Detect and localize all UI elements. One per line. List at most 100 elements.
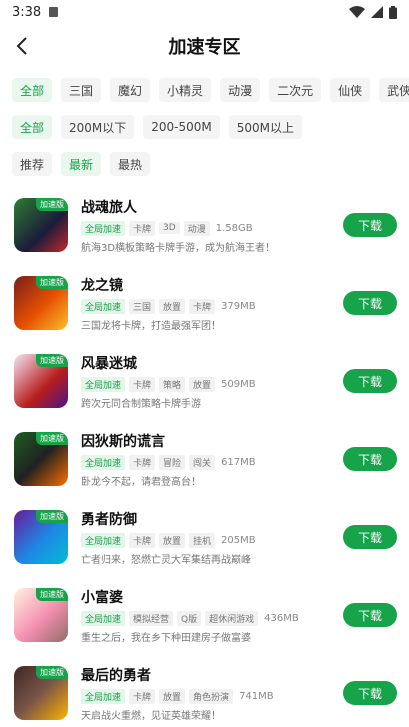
- game-icon[interactable]: 加速版: [14, 198, 68, 252]
- accel-tag: 全局加速: [81, 688, 126, 704]
- size-filter-chip[interactable]: 200-500M: [143, 115, 220, 139]
- genre-tag: 放置: [159, 532, 186, 548]
- accel-tag: 全局加速: [81, 298, 126, 314]
- game-icon[interactable]: 加速版: [14, 510, 68, 564]
- accel-tag: 全局加速: [81, 532, 126, 548]
- accelerated-badge: 加速版: [36, 666, 68, 679]
- genre-tag: 闯关: [189, 454, 216, 470]
- filter-panel: 全部 三国 魔幻 小精灵 动漫 二次元 仙侠 武侠 全部 200M以下 200-500M 500M以…: [0, 68, 409, 176]
- game-list-item[interactable]: 加速版 因狄斯的谎言 全局加速 卡牌 冒险 闯关 617MB 卧龙今不起，请君登高台！ 下载: [0, 420, 409, 498]
- download-button[interactable]: 下载: [343, 525, 397, 549]
- game-description: 跨次元同合制策略卡牌手游: [81, 398, 201, 410]
- accel-tag: 全局加速: [81, 220, 126, 236]
- game-info: 勇者防御全局加速 卡牌 放置 挂机 205MB 亡者归来，怒燃亡灵大军集结再战巅峰: [81, 509, 343, 566]
- game-description: 三国龙将卡牌，打造最强军团！: [81, 320, 221, 332]
- size-filter-chip[interactable]: 500M以上: [228, 115, 303, 139]
- game-tags: 全局加速 三国 放置 卡牌 379MB: [81, 298, 343, 314]
- genre-filter-chip[interactable]: 动漫: [220, 78, 261, 102]
- game-size: 205MB: [221, 534, 256, 546]
- game-info: 龙之镜全局加速 三国 放置 卡牌 379MB 三国龙将卡牌，打造最强军团！: [81, 275, 343, 332]
- game-list: 加速版 战魂旅人 全局加速 卡牌 3D 动漫 1.58GB 航海3D横板策略卡牌手游，成为航海…: [0, 186, 409, 727]
- game-description: 重生之后，我在乡下种田建房子做富婆: [81, 632, 251, 644]
- game-description: 航海3D横板策略卡牌手游，成为航海王者！: [81, 242, 276, 254]
- game-description: 天启战火重燃，见证英雄荣耀！: [81, 710, 221, 722]
- download-button[interactable]: 下载: [343, 447, 397, 471]
- game-description: 卧龙今不起，请君登高台！: [81, 476, 201, 488]
- game-list-item[interactable]: 加速版 小富婆全局加速 模拟经营 Q版 超休闲游戏 436MB 重生之后，我在乡下种田建房子…: [0, 576, 409, 654]
- genre-tag: 超休闲游戏: [205, 610, 259, 626]
- sort-filter-chip[interactable]: 最热: [110, 152, 151, 176]
- status-bar: 3:38: [0, 0, 409, 24]
- game-name[interactable]: 因狄斯的谎言: [81, 431, 343, 451]
- genre-tag: 角色扮演: [189, 688, 234, 704]
- genre-tag: 策略: [159, 376, 186, 392]
- game-tags: 全局加速 卡牌 放置 挂机 205MB: [81, 532, 343, 548]
- genre-tag: 模拟经营: [129, 610, 174, 626]
- back-button[interactable]: [8, 30, 36, 62]
- game-info: 因狄斯的谎言 全局加速 卡牌 冒险 闯关 617MB 卧龙今不起，请君登高台！: [81, 431, 343, 488]
- game-list-item[interactable]: 加速版 勇者防御全局加速 卡牌 放置 挂机 205MB 亡者归来，怒燃亡灵大军集结再战巅峰 下…: [0, 498, 409, 576]
- wifi-icon: [349, 6, 365, 18]
- genre-tag: 卡牌: [129, 376, 156, 392]
- game-list-item[interactable]: 加速版 龙之镜全局加速 三国 放置 卡牌 379MB 三国龙将卡牌，打造最强军团！ 下载: [0, 264, 409, 342]
- game-name[interactable]: 龙之镜: [81, 275, 343, 295]
- genre-filter-chip[interactable]: 小精灵: [159, 78, 212, 102]
- game-name[interactable]: 风暴迷城: [81, 353, 343, 373]
- game-name[interactable]: 勇者防御: [81, 509, 343, 529]
- game-icon[interactable]: 加速版: [14, 276, 68, 330]
- download-button[interactable]: 下载: [343, 681, 397, 705]
- download-button[interactable]: 下载: [343, 213, 397, 237]
- status-time: 3:38: [12, 4, 42, 20]
- size-filter-chip[interactable]: 全部: [12, 115, 53, 139]
- accel-tag: 全局加速: [81, 376, 126, 392]
- genre-tag: 三国: [129, 298, 156, 314]
- game-tags: 全局加速 模拟经营 Q版 超休闲游戏 436MB: [81, 610, 343, 626]
- genre-filter-chip[interactable]: 二次元: [269, 78, 322, 102]
- genre-tag: 卡牌: [189, 298, 216, 314]
- chevron-left-icon: [16, 37, 27, 55]
- game-icon[interactable]: 加速版: [14, 666, 68, 720]
- notification-icon: [49, 7, 59, 17]
- genre-tag: 卡牌: [129, 454, 156, 470]
- game-list-item[interactable]: 加速版 风暴迷城全局加速 卡牌 策略 放置 509MB 跨次元同合制策略卡牌手游 下载: [0, 342, 409, 420]
- signal-icon: [371, 6, 383, 18]
- game-list-item[interactable]: 加速版 最后的勇者 全局加速 卡牌 放置 角色扮演 741MB 天启战火重燃，见证英雄荣耀！ 下…: [0, 654, 409, 727]
- genre-filter-chip[interactable]: 全部: [12, 78, 53, 102]
- genre-tag: 放置: [159, 688, 186, 704]
- genre-tag: 放置: [189, 376, 216, 392]
- game-description: 亡者归来，怒燃亡灵大军集结再战巅峰: [81, 554, 251, 566]
- accelerated-badge: 加速版: [36, 588, 68, 601]
- game-icon[interactable]: 加速版: [14, 588, 68, 642]
- accelerated-badge: 加速版: [36, 432, 68, 445]
- game-tags: 全局加速 卡牌 3D 动漫 1.58GB: [81, 220, 343, 236]
- accelerated-badge: 加速版: [36, 354, 68, 367]
- accel-tag: 全局加速: [81, 610, 126, 626]
- download-button[interactable]: 下载: [343, 603, 397, 627]
- accel-tag: 全局加速: [81, 454, 126, 470]
- genre-tag: 卡牌: [129, 688, 156, 704]
- game-info: 最后的勇者 全局加速 卡牌 放置 角色扮演 741MB 天启战火重燃，见证英雄荣耀！: [81, 665, 343, 722]
- game-tags: 全局加速 卡牌 策略 放置 509MB: [81, 376, 343, 392]
- download-button[interactable]: 下载: [343, 369, 397, 393]
- game-name[interactable]: 战魂旅人: [81, 197, 343, 217]
- genre-tag: 动漫: [183, 220, 210, 236]
- genre-filter-chip[interactable]: 武侠: [379, 78, 409, 102]
- status-right: [349, 5, 397, 19]
- genre-filter-chip[interactable]: 三国: [61, 78, 102, 102]
- genre-tag: 卡牌: [129, 220, 156, 236]
- game-list-item[interactable]: 加速版 战魂旅人全局加速 卡牌 3D 动漫 1.58GB 航海3D横板策略卡牌手游，成为航海…: [0, 186, 409, 264]
- game-name[interactable]: 小富婆: [81, 587, 343, 607]
- download-button[interactable]: 下载: [343, 291, 397, 315]
- game-icon[interactable]: 加速版: [14, 432, 68, 486]
- game-info: 风暴迷城全局加速 卡牌 策略 放置 509MB 跨次元同合制策略卡牌手游: [81, 353, 343, 410]
- genre-filter-chip[interactable]: 魔幻: [110, 78, 151, 102]
- genre-tag: 冒险: [159, 454, 186, 470]
- game-name[interactable]: 最后的勇者: [81, 665, 343, 685]
- sort-filter-chip[interactable]: 推荐: [12, 152, 53, 176]
- size-filter-chip[interactable]: 200M以下: [61, 115, 135, 139]
- genre-filter-chip[interactable]: 仙侠: [330, 78, 371, 102]
- game-size: 509MB: [221, 378, 256, 390]
- sort-filter-chip[interactable]: 最新: [61, 152, 102, 176]
- accelerated-badge: 加速版: [36, 276, 68, 289]
- game-icon[interactable]: 加速版: [14, 354, 68, 408]
